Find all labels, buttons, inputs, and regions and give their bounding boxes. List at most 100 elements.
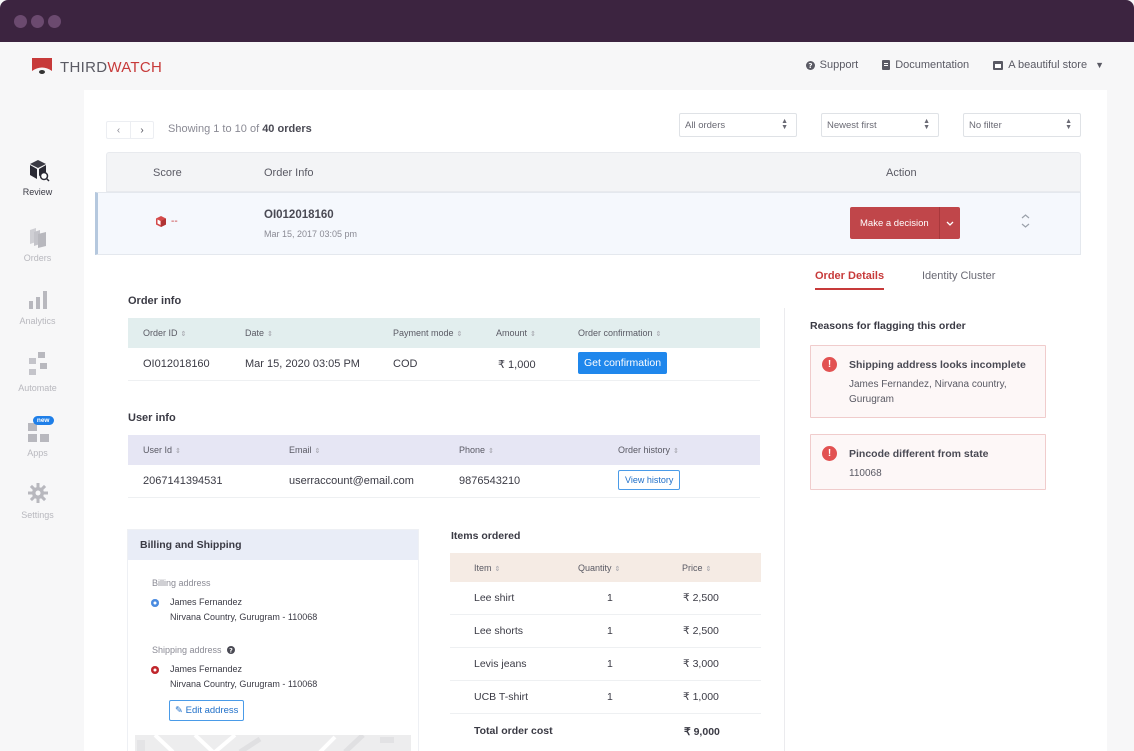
item-price: ₹ 1,000 <box>683 691 719 703</box>
review-box-icon <box>23 160 53 182</box>
order-date: Mar 15, 2017 03:05 pm <box>264 229 358 239</box>
total-row: Total order cost ₹ 9,000 <box>450 714 761 749</box>
decision-dropdown-toggle[interactable] <box>940 207 960 239</box>
make-decision-button[interactable]: Make a decision <box>850 207 960 239</box>
total-label: Total order cost <box>474 725 553 737</box>
email-value: userraccount@email.com <box>289 475 414 487</box>
caret-down-icon: ▼ <box>1095 60 1104 70</box>
sidebar: Review Orders Analytics Automate new App… <box>0 90 75 751</box>
item-name: Lee shirt <box>474 592 515 604</box>
amount-header[interactable]: Amount ⇕ <box>496 328 536 338</box>
sort-order-select[interactable]: Newest first ▲ ▼ <box>821 113 939 137</box>
expand-collapse-toggle[interactable] <box>1021 213 1030 232</box>
support-link[interactable]: ? Support <box>805 59 859 71</box>
date-header[interactable]: Date ⇕ <box>245 328 273 338</box>
price-header[interactable]: Price ⇕ <box>682 563 711 573</box>
order-id-header[interactable]: Order ID ⇕ <box>143 328 186 338</box>
order-info-table: Order ID ⇕ Date ⇕ Payment mode ⇕ Amount ⇕ Or… <box>128 318 760 381</box>
documentation-link[interactable]: Documentation <box>882 59 969 71</box>
score-value: -- <box>171 216 178 227</box>
item-row: Lee shorts 1 ₹ 2,500 <box>450 615 761 648</box>
store-selector[interactable]: A beautiful store ▼ <box>993 59 1104 71</box>
billing-shipping-panel: Billing and Shipping Billing address Jam… <box>127 529 419 751</box>
select-value: All orders <box>685 120 726 131</box>
flag-reason-title: Pincode different from state <box>849 448 989 460</box>
user-info-table: User Id ⇕ Email ⇕ Phone ⇕ Order history ⇕ 20… <box>128 435 760 498</box>
order-info-column-header: Order Info <box>264 167 314 179</box>
order-type-select[interactable]: All orders ▲ ▼ <box>679 113 797 137</box>
order-info-row: OI012018160 Mar 15, 2020 03:05 PM COD ₹ … <box>128 348 760 381</box>
next-page-button[interactable]: › <box>130 122 153 138</box>
user-info-header-row: User Id ⇕ Email ⇕ Phone ⇕ Order history ⇕ <box>128 435 760 465</box>
alert-icon: ! <box>822 357 837 372</box>
sidebar-item-label: Settings <box>21 510 54 520</box>
thirdwatch-eye-icon <box>32 58 52 76</box>
address-map[interactable] <box>135 735 411 751</box>
flag-reason-detail: 110068 <box>849 468 882 479</box>
user-info-row: 2067141394531 userraccount@email.com 987… <box>128 465 760 498</box>
total-value: ₹ 9,000 <box>684 726 720 738</box>
sidebar-item-label: Review <box>22 187 53 197</box>
payment-mode-header[interactable]: Payment mode ⇕ <box>393 328 462 338</box>
chevron-down-icon <box>946 221 954 226</box>
items-header-row: Item ⇕ Quantity ⇕ Price ⇕ <box>450 553 761 582</box>
sidebar-item-apps[interactable]: new Apps <box>0 416 75 458</box>
support-label: Support <box>819 59 859 71</box>
order-id[interactable]: OI012018160 <box>264 209 334 221</box>
analytics-bars-icon <box>23 289 53 311</box>
sidebar-item-settings[interactable]: Settings <box>0 483 75 520</box>
sidebar-item-orders[interactable]: Orders <box>0 226 75 263</box>
sidebar-item-automate[interactable]: Automate <box>0 352 75 393</box>
order-row[interactable]: -- OI012018160 Mar 15, 2017 03:05 pm Mak… <box>95 192 1081 255</box>
amount-value: ₹ 1,000 <box>498 359 536 371</box>
item-quantity: 1 <box>607 658 613 670</box>
main-content: ‹ › Showing 1 to 10 of 40 orders All ord… <box>84 90 1107 751</box>
order-history-header[interactable]: Order history ⇕ <box>618 445 679 455</box>
item-header[interactable]: Item ⇕ <box>474 563 500 573</box>
sort-arrows-icon: ▲ ▼ <box>781 118 788 131</box>
prev-page-button[interactable]: ‹ <box>107 122 130 138</box>
quantity-header[interactable]: Quantity ⇕ <box>578 563 620 573</box>
get-confirmation-button[interactable]: Get confirmation <box>578 352 668 374</box>
item-row: Levis jeans 1 ₹ 3,000 <box>450 648 761 681</box>
sidebar-item-label: Apps <box>27 448 48 458</box>
filter-select[interactable]: No filter ▲ ▼ <box>963 113 1081 137</box>
phone-value: 9876543210 <box>459 475 521 487</box>
window-maximize-dot[interactable] <box>48 15 61 28</box>
flag-reason-card: ! Shipping address looks incomplete Jame… <box>810 345 1046 418</box>
flag-reasons-title: Reasons for flagging this order <box>810 320 966 332</box>
window-close-dot[interactable] <box>14 15 27 28</box>
edit-address-label: Edit address <box>185 705 239 716</box>
sidebar-item-analytics[interactable]: Analytics <box>0 289 75 326</box>
select-value: No filter <box>969 120 1002 131</box>
order-confirmation-header[interactable]: Order confirmation ⇕ <box>578 328 661 338</box>
order-info-header-row: Order ID ⇕ Date ⇕ Payment mode ⇕ Amount ⇕ Or… <box>128 318 760 348</box>
help-circle-icon[interactable]: ? <box>226 646 235 654</box>
window-minimize-dot[interactable] <box>31 15 44 28</box>
sidebar-item-review[interactable]: Review <box>0 160 75 197</box>
tab-order-details[interactable]: Order Details <box>815 270 885 290</box>
user-id-value: 2067141394531 <box>143 475 223 487</box>
chevron-up-down-icon <box>1021 214 1030 228</box>
item-quantity: 1 <box>607 691 613 703</box>
help-circle-icon: ? <box>805 60 815 70</box>
shipping-address: Nirvana Country, Gurugram - 110068 <box>170 679 318 689</box>
pencil-icon: ✎ <box>175 705 183 716</box>
results-summary: Showing 1 to 10 of 40 orders <box>168 123 312 135</box>
sort-arrows-icon: ▲ ▼ <box>923 118 930 131</box>
svg-text:?: ? <box>229 646 233 654</box>
user-id-header[interactable]: User Id ⇕ <box>143 445 181 455</box>
billing-address-label: Billing address <box>152 578 211 588</box>
edit-address-button[interactable]: ✎ Edit address <box>169 700 245 721</box>
svg-text:?: ? <box>808 61 812 70</box>
brand-logo[interactable]: THIRDWATCH <box>32 58 162 76</box>
item-row: Lee shirt 1 ₹ 2,500 <box>450 582 761 615</box>
phone-header[interactable]: Phone ⇕ <box>459 445 494 455</box>
tab-identity-cluster[interactable]: Identity Cluster <box>922 270 995 282</box>
documentation-label: Documentation <box>895 59 970 71</box>
view-history-button[interactable]: View history <box>618 470 681 490</box>
brand-name: THIRDWATCH <box>60 58 163 76</box>
email-header[interactable]: Email ⇕ <box>289 445 320 455</box>
billing-shipping-title: Billing and Shipping <box>128 530 418 560</box>
pagination: ‹ › <box>106 121 154 139</box>
